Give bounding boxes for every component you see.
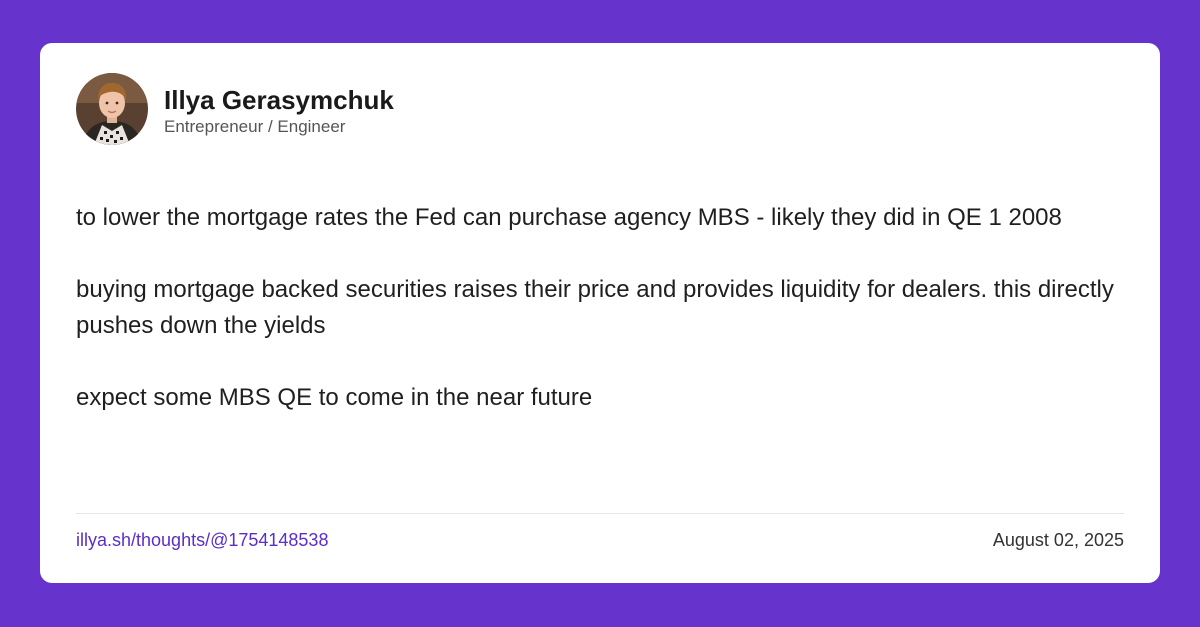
post-paragraph: expect some MBS QE to come in the near f…: [76, 384, 593, 411]
permalink-link[interactable]: illya.sh/thoughts/@1754148538: [76, 529, 328, 551]
post-date: August 02, 2025: [992, 530, 1124, 550]
author-name: Illya Gerasymchuk: [164, 85, 394, 115]
post-paragraph: to lower the mortgage rates the Fed can …: [76, 204, 1062, 231]
post-card: Illya Gerasymchuk Entrepreneur / Enginee…: [40, 43, 1160, 583]
footer-divider: [76, 513, 1124, 514]
post-paragraph: buying mortgage backed securities raises…: [76, 276, 1114, 339]
avatar-photo-icon: [76, 73, 148, 145]
post-body: to lower the mortgage rates the Fed can …: [76, 200, 1128, 416]
avatar: [76, 73, 148, 145]
author-role: Entrepreneur / Engineer: [164, 117, 346, 136]
